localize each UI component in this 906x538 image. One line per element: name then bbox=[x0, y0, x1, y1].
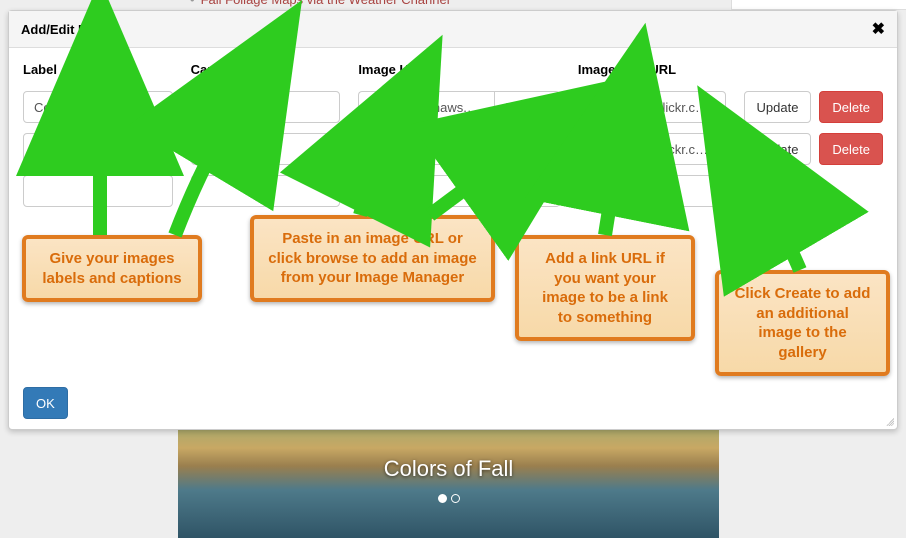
partial-top-link: • Fall Foliage Maps via the Weather Chan… bbox=[190, 0, 450, 7]
image-url-input[interactable] bbox=[358, 91, 494, 123]
gallery-caption: Colors of Fall bbox=[178, 456, 719, 482]
panel-header: Add/Edit Panes ✖ bbox=[9, 11, 897, 48]
column-caption: Caption bbox=[191, 62, 341, 207]
label-input[interactable] bbox=[23, 175, 173, 207]
action-row: Update Delete bbox=[744, 91, 884, 123]
browse-button[interactable]: Browse bbox=[494, 91, 559, 123]
update-button[interactable]: Update bbox=[744, 91, 812, 123]
image-url-row: Browse bbox=[358, 175, 560, 207]
bullet-icon: • bbox=[190, 0, 195, 7]
header-link-url: Image Link URL bbox=[578, 62, 726, 77]
image-url-row: Browse bbox=[358, 91, 560, 123]
create-button[interactable]: Create bbox=[744, 175, 809, 207]
callout-create: Click Create to add an additional image … bbox=[715, 270, 890, 376]
image-url-row: Browse bbox=[358, 133, 560, 165]
column-actions: Update Delete Update Delete Create bbox=[744, 62, 884, 207]
header-label: Label bbox=[23, 62, 173, 77]
gallery-pagination[interactable] bbox=[178, 490, 719, 506]
gallery-dot[interactable] bbox=[451, 494, 460, 503]
callout-image-url: Paste in an image URL or click browse to… bbox=[250, 215, 495, 302]
column-link-url: Image Link URL bbox=[578, 62, 726, 207]
update-button[interactable]: Update bbox=[744, 133, 812, 165]
link-url-input[interactable] bbox=[578, 91, 726, 123]
caption-input[interactable] bbox=[191, 91, 341, 123]
column-label: Label bbox=[23, 62, 173, 207]
action-row: Update Delete bbox=[744, 133, 884, 165]
browse-button[interactable]: Browse bbox=[494, 175, 559, 207]
browse-button[interactable]: Browse bbox=[494, 133, 559, 165]
link-url-input[interactable] bbox=[578, 175, 726, 207]
label-input[interactable] bbox=[23, 91, 173, 123]
ok-button[interactable]: OK bbox=[23, 387, 68, 419]
delete-button[interactable]: Delete bbox=[819, 133, 883, 165]
header-actions bbox=[744, 62, 884, 77]
caption-input[interactable] bbox=[191, 175, 341, 207]
delete-button[interactable]: Delete bbox=[819, 91, 883, 123]
column-image-url: Image URL Browse Browse Browse bbox=[358, 62, 560, 207]
callout-link-url: Add a link URL if you want your image to… bbox=[515, 235, 695, 341]
resize-handle-icon[interactable] bbox=[883, 415, 895, 427]
label-input[interactable] bbox=[23, 133, 173, 165]
gallery-preview: Colors of Fall bbox=[178, 418, 719, 538]
close-icon[interactable]: ✖ bbox=[872, 19, 885, 39]
ok-wrap: OK bbox=[23, 387, 883, 419]
panel-title: Add/Edit Panes bbox=[21, 22, 116, 37]
gallery-dot-active[interactable] bbox=[438, 494, 447, 503]
action-row: Create bbox=[744, 175, 884, 207]
image-url-input[interactable] bbox=[358, 175, 494, 207]
side-panel-fragment bbox=[731, 0, 906, 10]
caption-input[interactable] bbox=[191, 133, 341, 165]
callout-labels-captions: Give your images labels and captions bbox=[22, 235, 202, 302]
header-image-url: Image URL bbox=[358, 62, 560, 77]
image-url-input[interactable] bbox=[358, 133, 494, 165]
header-caption: Caption bbox=[191, 62, 341, 77]
link-url-input[interactable] bbox=[578, 133, 726, 165]
link-text[interactable]: Fall Foliage Maps via the Weather Channe… bbox=[201, 0, 450, 7]
